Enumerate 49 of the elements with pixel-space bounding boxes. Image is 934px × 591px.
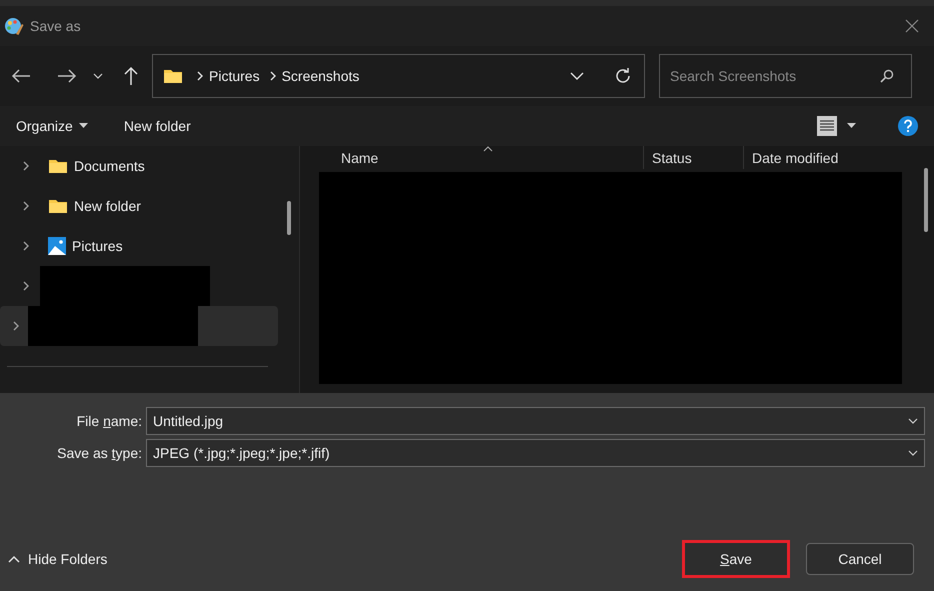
- chevron-down-icon: [908, 448, 918, 458]
- scrollbar-thumb[interactable]: [924, 168, 928, 232]
- column-header[interactable]: Name: [319, 146, 643, 169]
- chevron-right-icon: [22, 201, 30, 211]
- folder-icon: [163, 68, 183, 84]
- view-list-icon[interactable]: [817, 116, 837, 136]
- address-bar[interactable]: Pictures Screenshots: [152, 54, 645, 98]
- column-header[interactable]: Status: [643, 146, 743, 169]
- window-title: Save as: [30, 16, 81, 36]
- field-label: Save as type:: [56, 444, 143, 463]
- scrollbar-thumb[interactable]: [287, 201, 291, 235]
- field-value: Untitled.jpg: [153, 412, 224, 431]
- sidebar-item[interactable]: New folder: [0, 186, 278, 226]
- chevron-down-icon: [908, 416, 918, 426]
- breadcrumb-item[interactable]: Screenshots: [282, 66, 360, 86]
- chevron-right-icon: [196, 71, 204, 81]
- chevron-down-icon[interactable]: [570, 71, 584, 81]
- column-header[interactable]: Date modified: [743, 146, 903, 169]
- sidebar-item[interactable]: Pictures: [0, 226, 278, 266]
- sidebar-label[interactable]: New folder: [74, 196, 141, 216]
- combo-field[interactable]: Untitled.jpg: [146, 407, 925, 435]
- field-value: JPEG (*.jpg;*.jpeg;*.jpe;*.jfif): [153, 444, 331, 463]
- chevron-right-icon: [268, 71, 277, 81]
- field-label: File name:: [76, 412, 143, 430]
- refresh-icon[interactable]: [614, 67, 632, 85]
- save-button[interactable]: Save: [682, 540, 790, 578]
- combo-field[interactable]: JPEG (*.jpg;*.jpeg;*.jpe;*.jfif): [146, 439, 925, 467]
- chevron-right-icon: [22, 241, 30, 251]
- help-icon[interactable]: [898, 116, 918, 136]
- chevron-up-icon: [8, 555, 20, 563]
- sidebar-item[interactable]: Documents: [0, 146, 278, 186]
- chevron-right-icon: [22, 161, 30, 171]
- folder-icon: [48, 158, 68, 174]
- dropdown-arrow-icon[interactable]: [847, 123, 856, 129]
- search-icon: [880, 69, 894, 83]
- caret-icon: [78, 123, 88, 129]
- picture-icon: [48, 237, 66, 255]
- palette-icon: [4, 16, 24, 36]
- chevron-right-icon: [12, 321, 20, 331]
- folder-icon: [48, 198, 68, 214]
- cancel-button[interactable]: Cancel: [806, 543, 914, 575]
- organize-menu[interactable]: Organize: [16, 116, 88, 136]
- search-field[interactable]: Search Screenshots: [659, 54, 912, 98]
- sidebar-label[interactable]: Documents: [74, 156, 145, 176]
- hide-folders-button[interactable]: Hide Folders: [8, 548, 108, 570]
- new-folder-button[interactable]: New folder: [124, 116, 191, 136]
- breadcrumb-item[interactable]: Pictures: [209, 66, 260, 86]
- sidebar-label[interactable]: Pictures: [72, 236, 123, 256]
- chevron-right-icon: [22, 281, 30, 291]
